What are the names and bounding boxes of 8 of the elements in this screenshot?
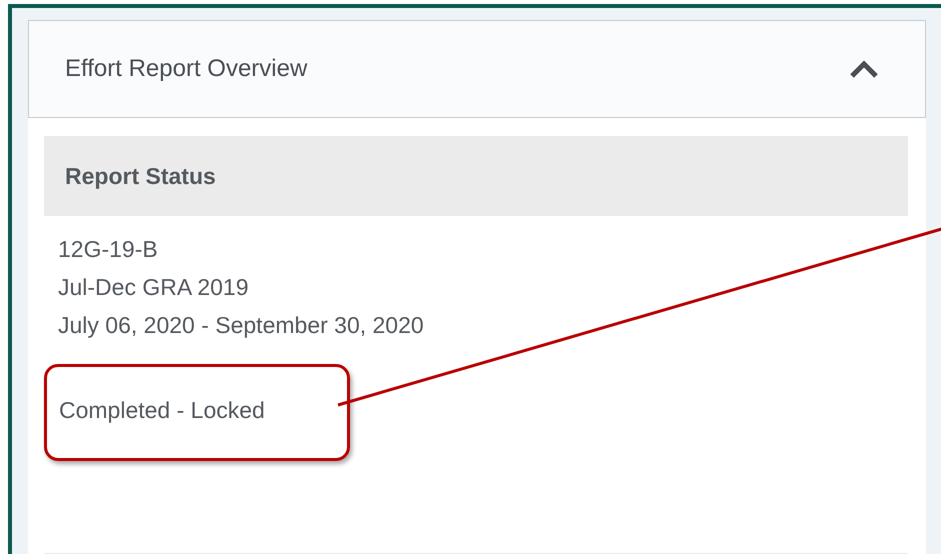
section-title: Report Status: [65, 162, 216, 191]
collapse-chevron-icon[interactable]: [849, 59, 879, 79]
panel-title: Effort Report Overview: [65, 54, 308, 84]
status-text: Completed - Locked: [59, 397, 265, 423]
report-detail: Jul-Dec GRA 2019: [58, 273, 248, 302]
report-detail: July 06, 2020 - September 30, 2020: [58, 311, 424, 340]
panel-header[interactable]: Effort Report Overview: [28, 20, 926, 118]
report-detail: 12G-19-B: [58, 235, 158, 264]
